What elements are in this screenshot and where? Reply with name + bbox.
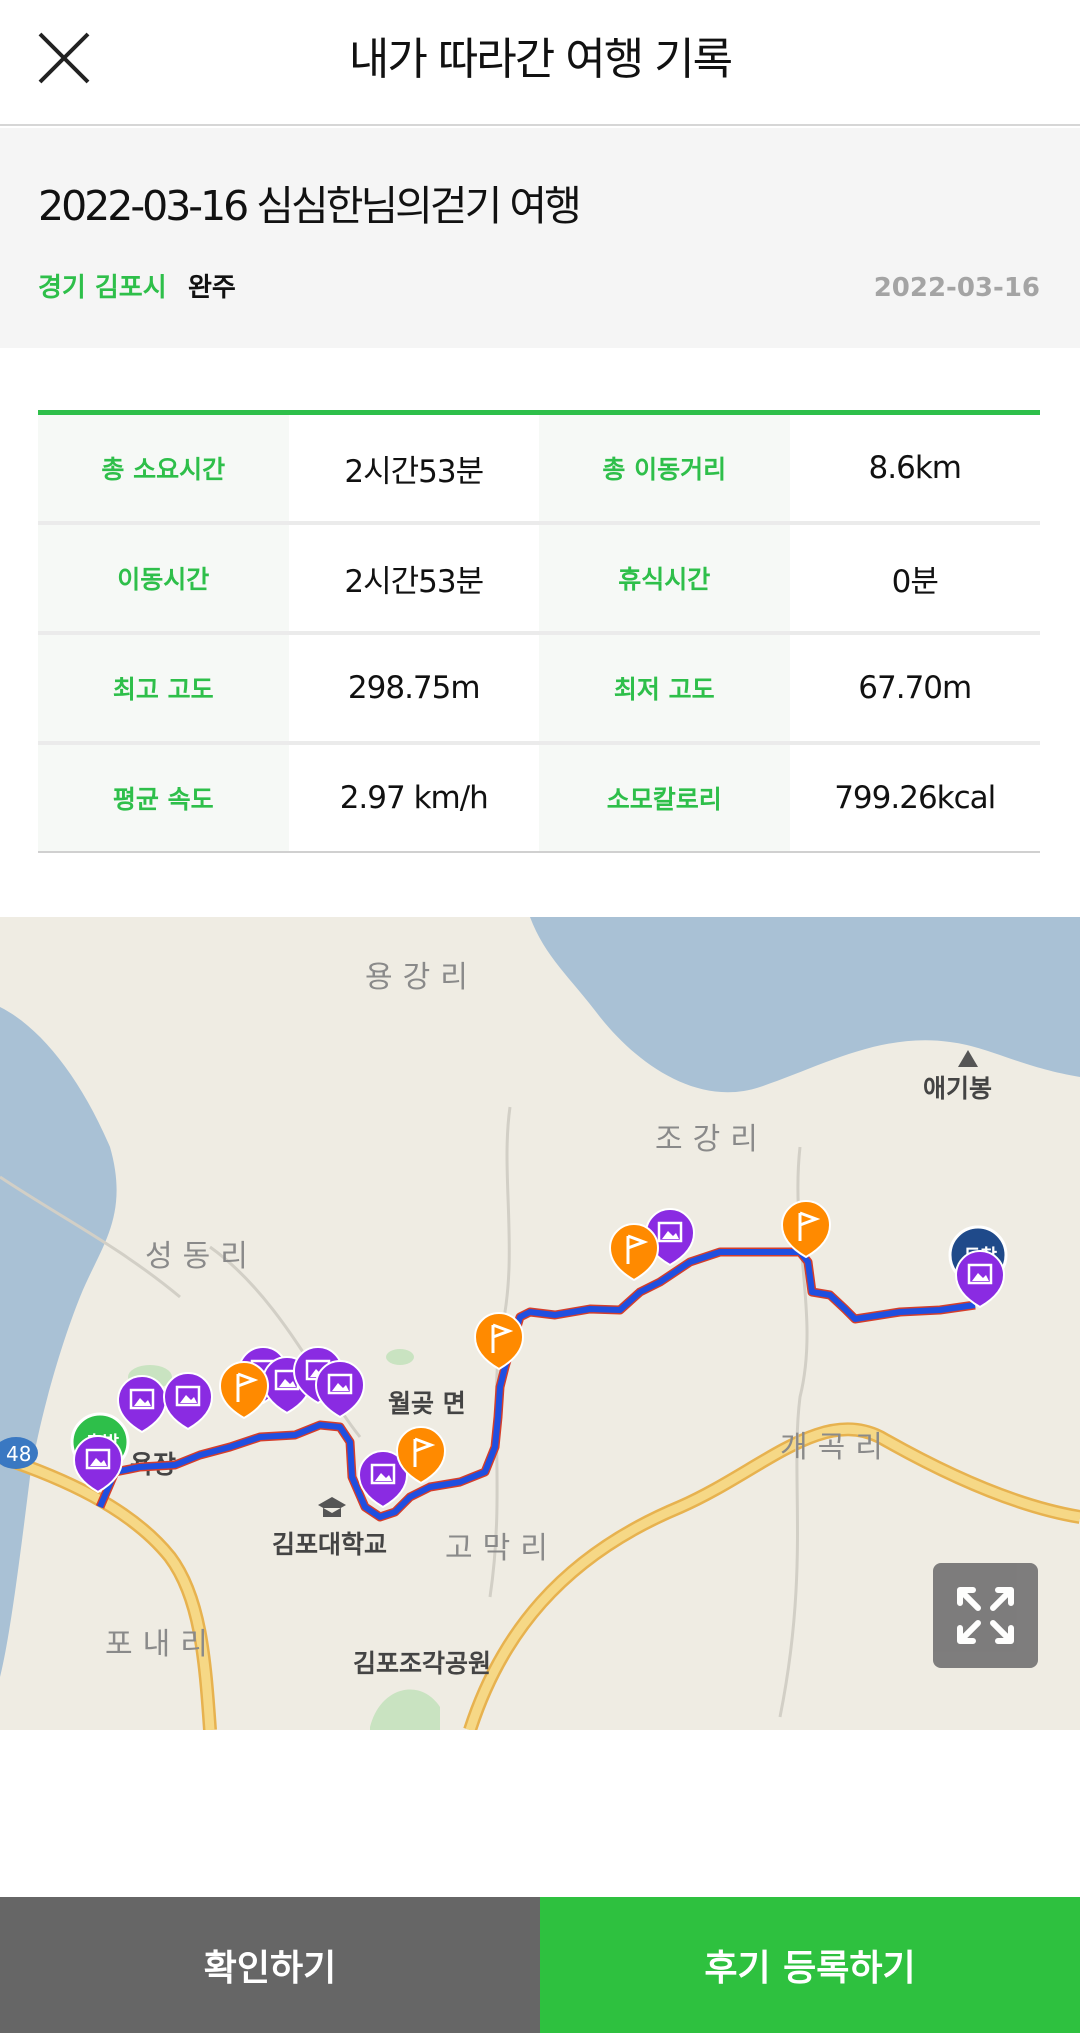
trip-summary: 2022-03-16 심심한님의걷기 여행 경기 김포시 완주 2022-03-… — [0, 128, 1080, 348]
expand-map-button[interactable] — [933, 1563, 1038, 1668]
stat-value-total-time: 2시간53분 — [288, 415, 539, 521]
expand-icon — [957, 1587, 1014, 1644]
label-aegibong: 애기봉 — [923, 1074, 992, 1103]
stat-value-moving-time: 2시간53분 — [288, 525, 539, 631]
stat-value-min-altitude: 67.70m — [789, 635, 1040, 741]
label-jogang: 조강리 — [655, 1122, 768, 1157]
label-gomak: 고막리 — [445, 1531, 558, 1566]
label-wolgot: 월곶 면 — [388, 1389, 466, 1418]
header-bar: 내가 따라간 여행 기록 — [0, 0, 1080, 126]
stats-row: 평균 속도 2.97 km/h 소모칼로리 799.26kcal — [38, 741, 1040, 851]
label-seongdong: 성동리 — [145, 1239, 258, 1274]
register-review-button[interactable]: 후기 등록하기 — [540, 1897, 1080, 2033]
stat-value-total-distance: 8.6km — [789, 415, 1040, 521]
route-map[interactable]: 용강리 조강리 성동리 개곡리 고막리 포내리 애기봉 월곶 면 김포대학교 김… — [0, 917, 1080, 1730]
stat-value-calories: 799.26kcal — [789, 745, 1040, 851]
label-gimpo-univ: 김포대학교 — [272, 1530, 387, 1559]
map-canvas[interactable]: 용강리 조강리 성동리 개곡리 고막리 포내리 애기봉 월곶 면 김포대학교 김… — [0, 917, 1080, 1730]
stats-row: 최고 고도 298.75m 최저 고도 67.70m — [38, 631, 1040, 741]
stat-label-moving-time: 이동시간 — [38, 525, 289, 631]
stat-value-max-altitude: 298.75m — [288, 635, 539, 741]
stats-table: 총 소요시간 2시간53분 총 이동거리 8.6km 이동시간 2시간53분 휴… — [38, 410, 1040, 853]
label-sculpture-park: 김포조각공원 — [353, 1649, 491, 1678]
label-ponae: 포내리 — [105, 1627, 218, 1662]
stat-value-avg-speed: 2.97 km/h — [288, 745, 539, 851]
stats-row: 총 소요시간 2시간53분 총 이동거리 8.6km — [38, 415, 1040, 521]
label-gaegok: 개곡리 — [780, 1430, 893, 1465]
stat-label-max-altitude: 최고 고도 — [38, 635, 289, 741]
stats-row: 이동시간 2시간53분 휴식시간 0분 — [38, 521, 1040, 631]
stat-label-avg-speed: 평균 속도 — [38, 745, 289, 851]
stat-label-rest-time: 휴식시간 — [539, 525, 790, 631]
confirm-button[interactable]: 확인하기 — [0, 1897, 540, 2033]
label-yonggang: 용강리 — [365, 960, 478, 995]
trip-date: 2022-03-16 — [873, 273, 1040, 303]
bottom-action-bar: 확인하기 후기 등록하기 — [0, 1897, 1080, 2033]
stat-label-total-distance: 총 이동거리 — [539, 415, 790, 521]
road-48-badge: 48 — [6, 1442, 31, 1466]
trip-status: 완주 — [188, 273, 236, 303]
trip-region: 경기 김포시 — [38, 273, 167, 303]
stat-label-calories: 소모칼로리 — [539, 745, 790, 851]
stat-label-min-altitude: 최저 고도 — [539, 635, 790, 741]
page-title: 내가 따라간 여행 기록 — [348, 34, 733, 85]
stat-value-rest-time: 0분 — [789, 525, 1040, 631]
stat-label-total-time: 총 소요시간 — [38, 415, 289, 521]
trip-title: 2022-03-16 심심한님의걷기 여행 — [38, 182, 582, 230]
